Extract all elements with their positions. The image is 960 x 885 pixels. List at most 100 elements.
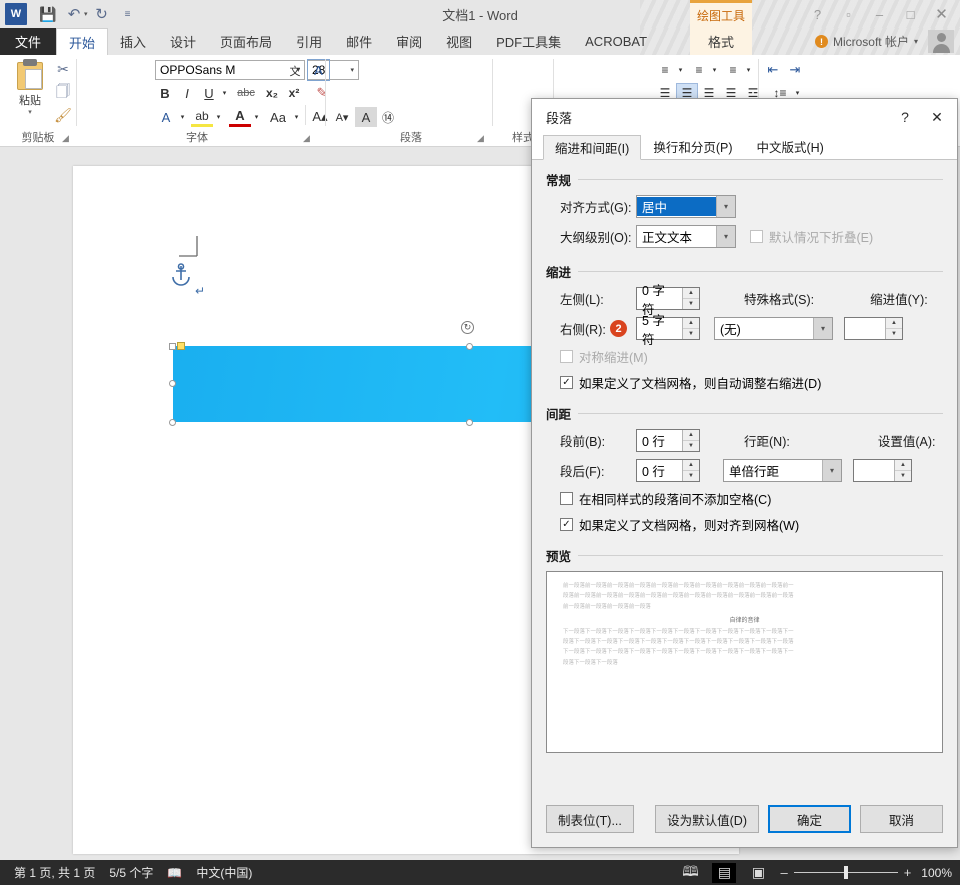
underline-button[interactable]: U bbox=[199, 83, 219, 103]
space-before-up-icon[interactable]: ▲ bbox=[683, 430, 699, 441]
tab-insert[interactable]: 插入 bbox=[108, 28, 158, 55]
auto-adjust-right-indent-checkbox[interactable]: ✓ 如果定义了文档网格，则自动调整右缩进(D) bbox=[560, 373, 821, 392]
zoom-track[interactable] bbox=[794, 872, 898, 873]
cancel-button[interactable]: 取消 bbox=[860, 805, 943, 833]
copy-icon[interactable]: 🗍 bbox=[52, 82, 74, 103]
print-layout-icon[interactable]: ▤ bbox=[712, 863, 736, 883]
underline-caret-icon[interactable]: ▾ bbox=[219, 86, 230, 100]
paste-button[interactable]: 粘贴 ▾ bbox=[8, 59, 52, 116]
italic-button[interactable]: I bbox=[177, 83, 197, 103]
maximize-icon[interactable]: □ bbox=[896, 2, 925, 26]
superscript-button[interactable]: x² bbox=[283, 83, 305, 103]
alignment-chevron-down-icon[interactable]: ▾ bbox=[716, 196, 735, 217]
font-color-icon[interactable]: A bbox=[229, 107, 251, 127]
text-effects-caret-icon[interactable]: ▾ bbox=[177, 110, 188, 124]
mirror-indents-checkbox[interactable]: 对称缩进(M) bbox=[560, 347, 648, 366]
microsoft-account[interactable]: ! Microsoft 帐户 ▾ bbox=[815, 28, 918, 55]
dialog-tab-indents-spacing[interactable]: 缩进和间距(I) bbox=[543, 135, 641, 160]
avatar[interactable] bbox=[928, 30, 954, 53]
line-spacing-chevron-down-icon[interactable]: ▾ bbox=[822, 460, 841, 481]
dialog-tab-line-page-breaks[interactable]: 换行和分页(P) bbox=[641, 134, 744, 159]
right-indent-down-icon[interactable]: ▼ bbox=[683, 329, 699, 339]
change-case-icon[interactable]: Aa bbox=[265, 107, 291, 127]
adjust-handle[interactable] bbox=[177, 342, 185, 350]
alignment-combo[interactable]: 居中 ▾ bbox=[636, 195, 736, 218]
minimize-icon[interactable]: – bbox=[865, 2, 894, 26]
font-name-combo[interactable]: OPPOSans M ▾ bbox=[155, 60, 305, 80]
indent-by-down-icon[interactable]: ▼ bbox=[886, 329, 902, 339]
tab-acrobat[interactable]: ACROBAT bbox=[573, 28, 659, 55]
phonetic-guide-icon[interactable]: 文 bbox=[284, 60, 306, 81]
page-info[interactable]: 第 1 页, 共 1 页 bbox=[14, 864, 95, 881]
line-spacing-combo[interactable]: 单倍行距 ▾ bbox=[723, 459, 842, 482]
tab-pdf-tools[interactable]: PDF工具集 bbox=[484, 28, 573, 55]
save-icon[interactable]: 💾 bbox=[36, 3, 60, 25]
special-format-chevron-down-icon[interactable]: ▾ bbox=[813, 318, 832, 339]
rotate-handle-icon[interactable]: ↻ bbox=[461, 321, 474, 334]
spacing-at-spinner[interactable]: ▲▼ bbox=[853, 459, 912, 482]
tab-view[interactable]: 视图 bbox=[434, 28, 484, 55]
proofing-icon[interactable]: 📖 bbox=[167, 866, 182, 880]
right-indent-spinner[interactable]: 5 字符 ▲▼ bbox=[636, 317, 700, 340]
ok-button[interactable]: 确定 bbox=[768, 805, 851, 833]
handle-bottom-right[interactable] bbox=[466, 419, 473, 426]
snap-to-grid-checkbox[interactable]: ✓ 如果定义了文档网格，则对齐到网格(W) bbox=[560, 515, 799, 534]
outline-chevron-down-icon[interactable]: ▾ bbox=[716, 226, 735, 247]
space-before-down-icon[interactable]: ▼ bbox=[683, 441, 699, 451]
space-after-spinner[interactable]: 0 行 ▲▼ bbox=[636, 459, 700, 482]
collapsed-by-default-checkbox[interactable]: 默认情况下折叠(E) bbox=[750, 227, 873, 246]
undo-icon[interactable]: ↶ bbox=[62, 3, 86, 25]
format-painter-icon[interactable]: 🖌 bbox=[52, 105, 74, 126]
bold-button[interactable]: B bbox=[155, 83, 175, 103]
strikethrough-button[interactable]: abc bbox=[233, 83, 259, 103]
close-icon[interactable]: ✕ bbox=[927, 2, 956, 26]
change-case-caret-icon[interactable]: ▾ bbox=[291, 110, 302, 124]
handle-top-left[interactable] bbox=[169, 343, 176, 350]
no-space-same-style-checkbox[interactable]: 在相同样式的段落间不添加空格(C) bbox=[560, 489, 771, 508]
tabs-button[interactable]: 制表位(T)... bbox=[546, 805, 634, 833]
indent-by-spinner[interactable]: ▲▼ bbox=[844, 317, 903, 340]
left-indent-spinner[interactable]: 0 字符 ▲▼ bbox=[636, 287, 700, 310]
paragraph-dialog-launcher[interactable]: ◢ bbox=[477, 133, 488, 144]
zoom-out-icon[interactable]: – bbox=[780, 865, 787, 880]
space-after-down-icon[interactable]: ▼ bbox=[683, 471, 699, 481]
spacing-at-down-icon[interactable]: ▼ bbox=[895, 471, 911, 481]
outline-level-combo[interactable]: 正文文本 ▾ bbox=[636, 225, 736, 248]
zoom-level[interactable]: 100% bbox=[921, 866, 952, 880]
zoom-in-icon[interactable]: + bbox=[904, 865, 912, 880]
font-color-caret-icon[interactable]: ▾ bbox=[251, 110, 262, 124]
undo-dropdown-icon[interactable]: ▾ bbox=[84, 10, 88, 18]
handle-top-right[interactable] bbox=[466, 343, 473, 350]
handle-middle-left[interactable] bbox=[169, 380, 176, 387]
language-indicator[interactable]: 中文(中国) bbox=[196, 864, 252, 881]
zoom-slider[interactable]: – + bbox=[780, 865, 911, 880]
tab-format[interactable]: 格式 bbox=[690, 28, 752, 55]
tab-mailings[interactable]: 邮件 bbox=[334, 28, 384, 55]
read-mode-icon[interactable]: 🕮 bbox=[678, 863, 702, 883]
paragraph-dialog[interactable]: 段落 ? ✕ 缩进和间距(I) 换行和分页(P) 中文版式(H) 常规 对齐方式… bbox=[531, 98, 958, 848]
space-before-spinner[interactable]: 0 行 ▲▼ bbox=[636, 429, 700, 452]
dialog-tab-chinese-typography[interactable]: 中文版式(H) bbox=[744, 134, 835, 159]
set-as-default-button[interactable]: 设为默认值(D) bbox=[655, 805, 759, 833]
tab-design[interactable]: 设计 bbox=[158, 28, 208, 55]
space-after-up-icon[interactable]: ▲ bbox=[683, 460, 699, 471]
tab-home[interactable]: 开始 bbox=[56, 28, 108, 55]
tab-file[interactable]: 文件 bbox=[0, 28, 56, 55]
dialog-help-icon[interactable]: ? bbox=[889, 103, 921, 131]
highlight-caret-icon[interactable]: ▾ bbox=[213, 110, 224, 124]
spacing-at-up-icon[interactable]: ▲ bbox=[895, 460, 911, 471]
paste-dropdown-icon[interactable]: ▾ bbox=[8, 108, 52, 116]
customize-qat-icon[interactable]: ≡ bbox=[116, 3, 140, 25]
text-effects-icon[interactable]: A bbox=[155, 107, 177, 127]
window-controls[interactable]: ? ▫ – □ ✕ bbox=[803, 0, 956, 28]
tab-page-layout[interactable]: 页面布局 bbox=[208, 28, 284, 55]
ribbon-display-options-icon[interactable]: ▫ bbox=[834, 2, 863, 26]
subscript-button[interactable]: x₂ bbox=[261, 83, 283, 103]
zoom-thumb[interactable] bbox=[844, 866, 848, 879]
tab-references[interactable]: 引用 bbox=[284, 28, 334, 55]
right-indent-up-icon[interactable]: ▲ bbox=[683, 318, 699, 329]
help-icon[interactable]: ? bbox=[803, 2, 832, 26]
web-layout-icon[interactable]: ▣ bbox=[746, 863, 770, 883]
cut-icon[interactable]: ✂ bbox=[52, 59, 74, 80]
left-indent-up-icon[interactable]: ▲ bbox=[683, 288, 699, 299]
